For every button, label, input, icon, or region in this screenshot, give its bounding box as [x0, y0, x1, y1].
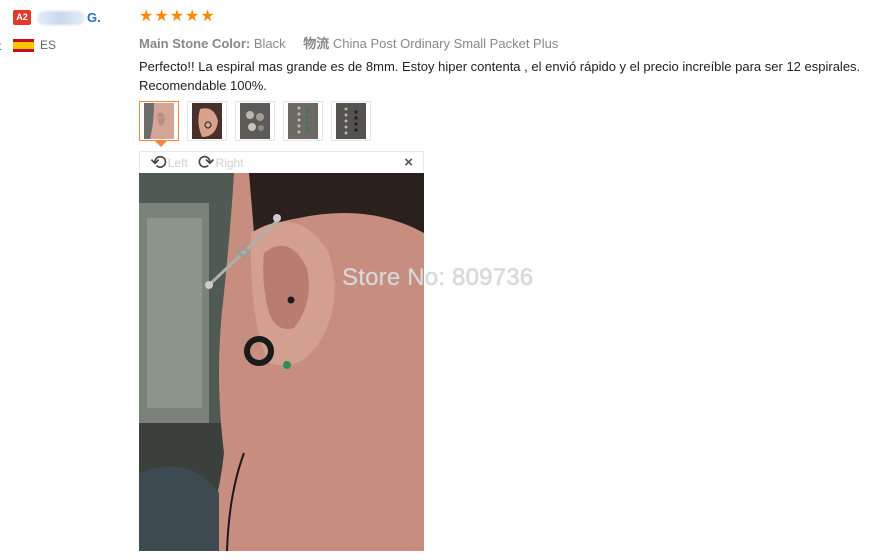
star-icon: ★	[200, 8, 215, 25]
jewelry-pack-thumbnail-icon	[240, 103, 270, 139]
spain-flag-icon	[13, 38, 34, 52]
jewelry-pack-thumbnail-icon	[288, 103, 318, 139]
store-watermark: Store No: 809736	[342, 264, 534, 291]
jewelry-pack-thumbnail-icon	[336, 103, 366, 139]
blurred-name	[37, 10, 85, 25]
star-icon: ★	[169, 8, 185, 25]
rotate-right-label: Right	[215, 155, 244, 170]
rotate-right-button[interactable]: ⟳ Right	[198, 153, 244, 173]
star-icon: ★	[154, 8, 169, 25]
ear-photo-thumbnail-icon	[144, 103, 174, 139]
country-code: ES	[40, 38, 57, 52]
rotate-right-icon: ⟳	[197, 151, 215, 174]
reviewer-name: G.	[87, 10, 101, 25]
viewer-toolbar: ⟲ Left ⟳ Right ×	[139, 151, 424, 173]
star-icon: ★	[139, 8, 154, 25]
order-attributes: Main Stone Color: Black 物流 China Post Or…	[139, 33, 558, 52]
close-viewer-button[interactable]: ×	[404, 154, 413, 171]
stone-color-value: Black	[253, 36, 286, 51]
review-photo-ear[interactable]	[139, 173, 424, 551]
ear-photo-thumbnail-icon	[192, 103, 222, 139]
shipping-value: China Post Ordinary Small Packet Plus	[332, 36, 559, 51]
review-text: Perfecto!! La espiral mas grande es de 8…	[139, 59, 861, 93]
photo-thumbnail[interactable]	[283, 101, 323, 141]
rotate-left-icon: ⟲	[150, 151, 167, 174]
stone-color-label: Main Stone Color:	[139, 36, 251, 51]
rotate-left-label: Left	[167, 155, 188, 170]
rotate-left-button[interactable]: ⟲ Left	[150, 153, 188, 173]
reviewer-info: A2 G.	[13, 10, 101, 25]
cut-off-text: t	[0, 39, 1, 53]
rating-stars: ★ ★ ★ ★ ★	[139, 8, 215, 26]
photo-thumbnail[interactable]	[331, 101, 371, 141]
photo-thumbnail[interactable]	[139, 101, 179, 147]
review-photo-thumbnails	[139, 101, 371, 147]
photo-thumbnail[interactable]	[187, 101, 227, 141]
photo-viewer: ⟲ Left ⟳ Right ×	[139, 151, 424, 551]
shipping-label: 物流	[303, 36, 330, 51]
reviewer-country: ES	[13, 38, 56, 52]
photo-thumbnail[interactable]	[235, 101, 275, 141]
buyer-level-badge: A2	[13, 10, 31, 25]
star-icon: ★	[185, 8, 200, 25]
